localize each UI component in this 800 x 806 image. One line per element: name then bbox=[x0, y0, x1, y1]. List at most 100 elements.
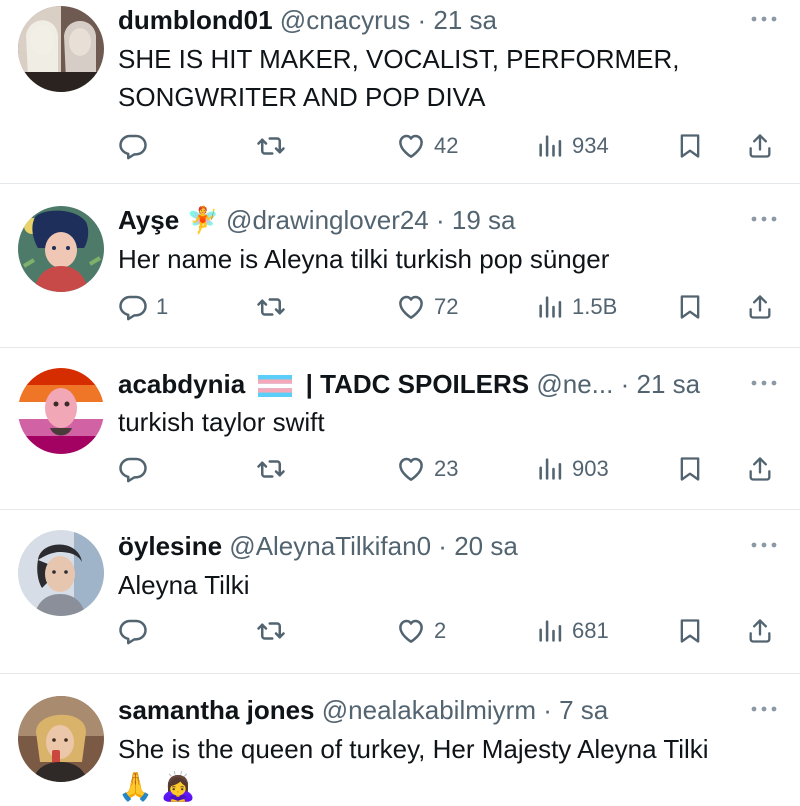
reply-icon bbox=[118, 616, 148, 646]
views-icon bbox=[536, 293, 564, 321]
avatar[interactable] bbox=[18, 206, 104, 292]
author-handle[interactable]: @nealakabilmiyrm bbox=[322, 695, 536, 725]
timestamp[interactable]: 21 sa bbox=[636, 369, 700, 399]
reply-button[interactable]: 1 bbox=[118, 290, 168, 324]
like-icon bbox=[396, 616, 426, 646]
retweet-icon bbox=[256, 131, 286, 161]
share-icon bbox=[746, 293, 774, 321]
views-button[interactable]: 903 bbox=[536, 452, 609, 486]
share-button[interactable] bbox=[746, 614, 774, 648]
more-icon[interactable] bbox=[750, 14, 778, 24]
bookmark-icon bbox=[676, 132, 704, 160]
like-icon bbox=[396, 131, 426, 161]
reply-button[interactable] bbox=[118, 614, 156, 648]
author-handle[interactable]: @AleynaTilkifan0 bbox=[229, 531, 431, 561]
avatar[interactable] bbox=[18, 696, 104, 782]
more-icon[interactable] bbox=[750, 540, 778, 550]
like-icon bbox=[396, 454, 426, 484]
like-button[interactable]: 2 bbox=[396, 614, 446, 648]
bookmark-button[interactable] bbox=[676, 290, 704, 324]
reply-text-line: She is the queen of turkey, Her Majesty … bbox=[118, 734, 709, 764]
reply-button[interactable] bbox=[118, 129, 156, 163]
like-count: 2 bbox=[434, 618, 447, 643]
reply-text: She is the queen of turkey, Her Majesty … bbox=[118, 730, 770, 806]
like-count: 42 bbox=[434, 133, 459, 158]
views-icon bbox=[536, 455, 564, 483]
avatar[interactable] bbox=[18, 6, 104, 92]
reply-text-line: Aleyna Tilki bbox=[118, 570, 250, 600]
reply-text-line: turkish taylor swift bbox=[118, 407, 325, 437]
bookmark-button[interactable] bbox=[676, 129, 704, 163]
reply-text-line: SHE IS HIT MAKER, VOCALIST, PERFORMER, bbox=[118, 44, 680, 74]
author-name[interactable]: Ayşe bbox=[118, 205, 179, 235]
views-button[interactable]: 1.5B bbox=[536, 290, 617, 324]
timestamp[interactable]: 19 sa bbox=[452, 205, 516, 235]
like-count: 23 bbox=[434, 456, 459, 481]
retweet-button[interactable] bbox=[256, 614, 286, 648]
like-button[interactable]: 23 bbox=[396, 452, 458, 486]
bookmark-icon bbox=[676, 455, 704, 483]
view-count: 1.5B bbox=[572, 294, 618, 319]
share-button[interactable] bbox=[746, 290, 774, 324]
trans-flag-icon bbox=[258, 375, 293, 398]
bookmark-button[interactable] bbox=[676, 452, 704, 486]
reply-icon bbox=[118, 292, 148, 322]
reply-button[interactable] bbox=[118, 452, 156, 486]
separator: · bbox=[620, 369, 630, 399]
share-button[interactable] bbox=[746, 452, 774, 486]
retweet-icon bbox=[256, 292, 286, 322]
like-count: 72 bbox=[434, 294, 459, 319]
share-icon bbox=[746, 617, 774, 645]
reply-text: turkish taylor swift bbox=[118, 403, 770, 441]
retweet-button[interactable] bbox=[256, 129, 286, 163]
views-button[interactable]: 681 bbox=[536, 614, 609, 648]
retweet-icon bbox=[256, 454, 286, 484]
author-handle[interactable]: @ne... bbox=[536, 369, 613, 399]
share-button[interactable] bbox=[746, 129, 774, 163]
reply-item[interactable]: samantha jones @nealakabilmiyrm · 7 sa S… bbox=[0, 674, 800, 802]
timestamp[interactable]: 7 sa bbox=[559, 695, 608, 725]
reply-text-line: SONGWRITER AND POP DIVA bbox=[118, 82, 486, 112]
more-icon[interactable] bbox=[750, 378, 778, 388]
reply-item[interactable]: öylesine @AleynaTilkifan0 · 20 sa Aleyna… bbox=[0, 510, 800, 674]
separator: · bbox=[438, 531, 447, 561]
like-button[interactable]: 72 bbox=[396, 290, 458, 324]
reply-item[interactable]: Ayşe 🧚 @drawinglover24 · 19 sa Her name … bbox=[0, 184, 800, 348]
view-count: 903 bbox=[572, 456, 609, 481]
action-bar: 1 72 1.5B bbox=[118, 290, 782, 324]
author-handle[interactable]: @cnacyrus bbox=[280, 5, 410, 35]
retweet-button[interactable] bbox=[256, 452, 286, 486]
views-button[interactable]: 934 bbox=[536, 129, 609, 163]
reply-item[interactable]: acabdynia | TADC SPOILERS @ne... · 21 sa… bbox=[0, 348, 800, 510]
more-icon[interactable] bbox=[750, 704, 778, 714]
views-icon bbox=[536, 132, 564, 160]
retweet-button[interactable] bbox=[256, 290, 286, 324]
avatar[interactable] bbox=[18, 530, 104, 616]
bookmark-icon bbox=[676, 617, 704, 645]
author-name[interactable]: acabdynia bbox=[118, 369, 245, 399]
action-bar: 2 681 bbox=[118, 614, 782, 648]
bookmark-button[interactable] bbox=[676, 614, 704, 648]
author-handle[interactable]: @drawinglover24 bbox=[226, 205, 429, 235]
reply-icon bbox=[118, 131, 148, 161]
separator: · bbox=[417, 5, 427, 35]
bookmark-icon bbox=[676, 293, 704, 321]
author-name[interactable]: samantha jones bbox=[118, 695, 315, 725]
avatar[interactable] bbox=[18, 368, 104, 454]
views-icon bbox=[536, 617, 564, 645]
author-name-suffix[interactable]: | TADC SPOILERS bbox=[306, 369, 529, 399]
fairy-emoji-icon: 🧚 bbox=[186, 205, 219, 235]
reply-emoji-line: 🙏 🙇‍♀️ bbox=[118, 771, 196, 802]
author-name[interactable]: dumblond01 bbox=[118, 5, 273, 35]
share-icon bbox=[746, 455, 774, 483]
author-name[interactable]: öylesine bbox=[118, 531, 222, 561]
timestamp[interactable]: 21 sa bbox=[433, 5, 497, 35]
reply-text-line: Her name is Aleyna tilki turkish pop sün… bbox=[118, 244, 610, 274]
like-button[interactable]: 42 bbox=[396, 129, 458, 163]
timestamp[interactable]: 20 sa bbox=[454, 531, 518, 561]
action-bar: 42 934 bbox=[118, 129, 782, 163]
reply-item[interactable]: dumblond01 @cnacyrus · 21 sa SHE IS HIT … bbox=[0, 0, 800, 184]
separator: · bbox=[543, 695, 552, 725]
more-icon[interactable] bbox=[750, 214, 778, 224]
reply-text: SHE IS HIT MAKER, VOCALIST, PERFORMER, S… bbox=[118, 40, 770, 116]
